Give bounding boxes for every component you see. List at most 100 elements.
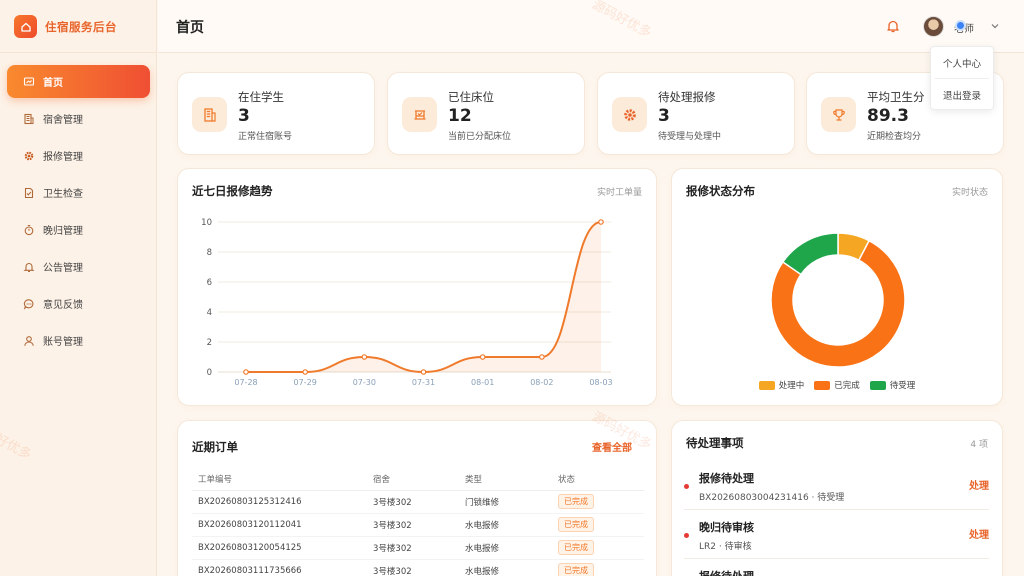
stat-card-repairs: 待处理报修 3 待受理与处理中 (597, 72, 795, 155)
pending-subtitle: LR2 · 待审核 (699, 542, 752, 552)
x-tick-label: 08-02 (530, 378, 553, 387)
sidebar-item-feedback[interactable]: 意见反馈 (7, 287, 150, 320)
chat-icon (23, 298, 34, 310)
pending-count: 4 项 (970, 440, 988, 450)
sidebar-item-dorm[interactable]: 宿舍管理 (7, 102, 150, 135)
sidebar-nav: 首页 宿舍管理 报修管理 卫生检查 晚归管理 公告管理 意见反馈 账号管理 (7, 65, 150, 361)
data-point (361, 354, 368, 360)
data-point (539, 354, 545, 360)
repair-status-donut-chart (770, 232, 906, 368)
view-all-link[interactable]: 查看全部 (592, 439, 632, 454)
status-badge: 已完成 (558, 494, 594, 509)
user-icon (24, 335, 34, 346)
bed-icon (402, 97, 437, 132)
sidebar-item-label: 意见反馈 (43, 300, 83, 311)
home-icon (14, 15, 37, 38)
y-tick-label: 2 (207, 338, 212, 348)
legend-item[interactable]: 处理中 (758, 379, 804, 391)
status-badge: 已完成 (558, 517, 594, 532)
legend-item[interactable]: 已完成 (814, 379, 860, 391)
sidebar-item-label: 宿舍管理 (43, 115, 83, 126)
stat-card-beds: 已住床位 12 当前已分配床位 (387, 72, 585, 155)
sidebar: 住宿服务后台 首页 宿舍管理 报修管理 卫生检查 晚归管理 公告管理 意见反馈 … (0, 0, 157, 576)
order-dorm: 3号楼302 (367, 536, 459, 560)
data-point (479, 354, 486, 360)
sidebar-item-label: 账号管理 (43, 337, 83, 348)
table-row[interactable]: BX20260803120054125 3号楼302 水电报修 已完成 (192, 536, 644, 560)
recent-orders-card: 近期订单 查看全部 工单编号 宿舍 类型 状态 BX20260803125312… (177, 420, 657, 576)
x-tick-label: 08-01 (471, 378, 494, 387)
chevron-down-icon[interactable] (990, 21, 1000, 31)
list-item[interactable]: 晚归待审核 LR2 · 待审核 处理 (684, 519, 989, 555)
stat-subtitle: 近期检查均分 (867, 132, 922, 142)
series-line (246, 221, 602, 374)
trophy-icon (821, 97, 856, 132)
sidebar-item-label: 卫生检查 (43, 189, 83, 200)
column-header: 宿舍 (367, 468, 459, 491)
repair-trend-line-chart: 0 2 4 6 8 10 07-28 07-29 07-30 07-31 08-01 08-02 08-… (201, 218, 612, 387)
avatar[interactable] (923, 16, 944, 37)
order-dorm: 3号楼302 (367, 490, 459, 514)
pending-title: 晚归待审核 (699, 521, 754, 534)
sidebar-item-label: 公告管理 (43, 263, 83, 274)
sidebar-item-label: 晚归管理 (43, 226, 83, 237)
pending-title: 报修待处理 (699, 568, 754, 576)
sidebar-item-repair[interactable]: 报修管理 (7, 139, 150, 172)
order-dorm: 3号楼302 (367, 513, 459, 537)
legend-label: 已完成 (834, 381, 860, 391)
table-row[interactable]: BX20260803111735666 3号楼302 水电报修 已完成 (192, 559, 644, 576)
repair-trend-card: 近七日报修趋势 实时工单量 0 2 4 6 8 10 07-28 07-29 07-30 07-3… (177, 168, 657, 406)
sidebar-item-notice[interactable]: 公告管理 (7, 250, 150, 283)
stat-value: 12 (448, 106, 472, 126)
legend-swatch (814, 380, 831, 390)
order-id: BX20260803120054125 (192, 536, 367, 560)
pending-tasks-card: 待处理事项 4 项 报修待处理 BX20260803004231416 · 待受… (671, 420, 1003, 576)
divider (684, 558, 989, 559)
menu-item-profile[interactable]: 个人中心 (931, 47, 993, 78)
column-header: 状态 (552, 468, 644, 491)
card-title: 近期订单 (192, 440, 238, 454)
table-header-row: 工单编号 宿舍 类型 状态 (192, 468, 644, 491)
order-type: 水电报修 (459, 513, 552, 537)
x-tick-label: 07-29 (294, 378, 317, 387)
stat-value: 3 (658, 106, 670, 126)
status-badge: 已完成 (558, 540, 594, 555)
table-row[interactable]: BX20260803120112041 3号楼302 水电报修 已完成 (192, 513, 644, 537)
card-title: 待处理事项 (686, 436, 744, 450)
building-icon (192, 97, 227, 132)
list-item[interactable]: 报修待处理 (684, 568, 989, 576)
series-area (246, 222, 601, 372)
list-item[interactable]: 报修待处理 BX20260803004231416 · 待受理 处理 (684, 470, 989, 506)
status-badge: 已完成 (558, 563, 594, 576)
x-tick-label: 07-31 (412, 378, 435, 387)
menu-item-logout[interactable]: 退出登录 (931, 79, 993, 110)
column-header: 工单编号 (192, 468, 367, 491)
order-id: BX20260803125312416 (192, 490, 367, 514)
sidebar-item-late-return[interactable]: 晚归管理 (7, 213, 150, 246)
stat-label: 已住床位 (448, 90, 494, 104)
stat-label: 平均卫生分 (867, 90, 925, 104)
y-tick-label: 4 (207, 308, 212, 318)
handle-button[interactable]: 处理 (969, 526, 989, 541)
table-row[interactable]: BX20260803125312416 3号楼302 门锁维修 已完成 (192, 490, 644, 514)
sidebar-item-home[interactable]: 首页 (7, 65, 150, 98)
sidebar-item-hygiene[interactable]: 卫生检查 (7, 176, 150, 209)
y-tick-label: 10 (201, 218, 212, 228)
check-doc-icon (24, 187, 34, 198)
handle-button[interactable]: 处理 (969, 477, 989, 492)
user-dropdown-menu: 个人中心 退出登录 (930, 46, 994, 110)
dashboard-icon (23, 76, 35, 86)
stat-label: 在住学生 (238, 90, 284, 104)
sidebar-item-label: 首页 (43, 78, 63, 89)
notification-bell-icon[interactable] (885, 18, 901, 34)
chart-legend: 处理中 已完成 待受理 (672, 379, 1002, 391)
data-point (243, 369, 249, 375)
legend-label: 待受理 (889, 381, 916, 391)
brand[interactable]: 住宿服务后台 (14, 15, 117, 38)
legend-item[interactable]: 待受理 (869, 379, 916, 391)
sidebar-item-account[interactable]: 账号管理 (7, 324, 150, 357)
stat-subtitle: 待受理与处理中 (658, 132, 722, 142)
stat-subtitle: 当前已分配床位 (448, 132, 512, 142)
column-header: 类型 (459, 468, 552, 491)
stat-card-students: 在住学生 3 正常住宿账号 (177, 72, 375, 155)
